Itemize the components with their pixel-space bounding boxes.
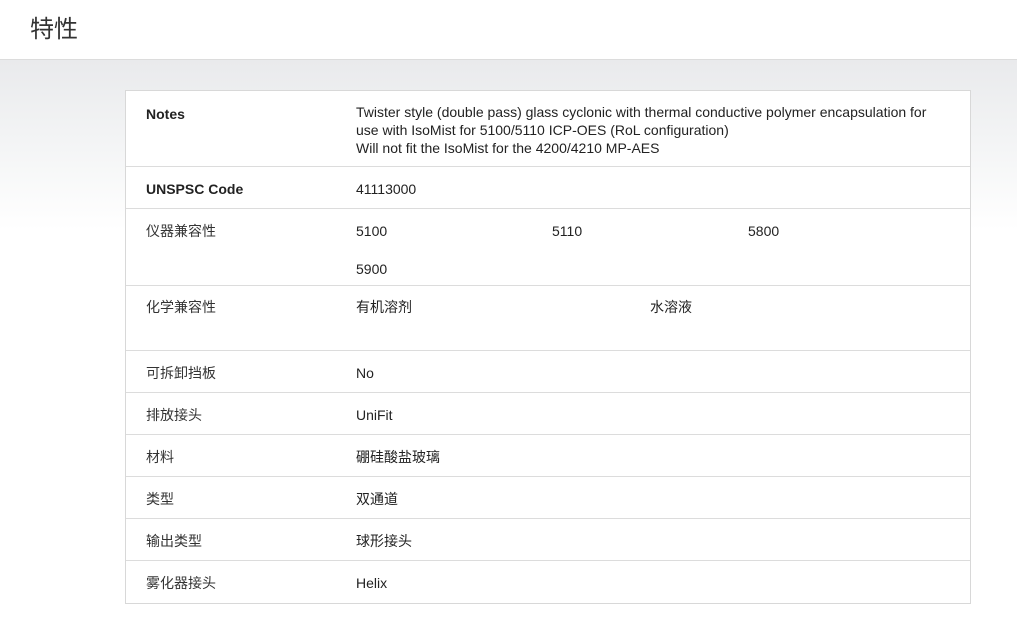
page-header: 特性 bbox=[0, 0, 1017, 60]
spec-label-material: 材料 bbox=[146, 449, 174, 465]
spec-label-removable-baffle: 可拆卸挡板 bbox=[146, 365, 216, 381]
spec-value-notes: Twister style (double pass) glass cyclon… bbox=[356, 103, 970, 166]
spec-row-instrument-compatibility: 仪器兼容性 5100 5110 5800 5900 bbox=[126, 209, 970, 286]
chemical-item: 水溶液 bbox=[650, 299, 692, 315]
instrument-model: 5100 bbox=[356, 223, 388, 239]
specs-table: Notes Twister style (double pass) glass … bbox=[125, 90, 971, 604]
spec-value-unspsc-code: 41113000 bbox=[356, 181, 417, 197]
notes-line: use with IsoMist for 5100/5110 ICP-OES (… bbox=[356, 122, 729, 138]
instrument-model: 5800 bbox=[748, 223, 780, 239]
spec-value-type: 双通道 bbox=[356, 491, 398, 507]
spec-value-instrument-compatibility: 5100 5110 5800 5900 bbox=[356, 222, 970, 285]
spec-value-nebulizer-fitting: Helix bbox=[356, 575, 388, 591]
spec-label-nebulizer-fitting: 雾化器接头 bbox=[146, 575, 216, 591]
spec-label-output-type: 输出类型 bbox=[146, 533, 202, 549]
spec-label-chemical-compatibility: 化学兼容性 bbox=[146, 299, 216, 315]
spec-value-output-type: 球形接头 bbox=[356, 533, 412, 549]
spec-value-material: 硼硅酸盐玻璃 bbox=[356, 449, 440, 465]
spec-label-notes: Notes bbox=[146, 106, 185, 122]
chemical-item: 有机溶剂 bbox=[356, 299, 412, 315]
spec-value-drain-fitting: UniFit bbox=[356, 407, 393, 423]
notes-line: Twister style (double pass) glass cyclon… bbox=[356, 104, 927, 120]
spec-row-chemical-compatibility: 化学兼容性 有机溶剂 水溶液 bbox=[126, 286, 970, 351]
spec-row-output-type: 输出类型 球形接头 bbox=[126, 519, 970, 561]
spec-label-drain-fitting: 排放接头 bbox=[146, 407, 202, 423]
spec-row-material: 材料 硼硅酸盐玻璃 bbox=[126, 435, 970, 477]
spec-row-unspsc-code: UNSPSC Code 41113000 bbox=[126, 167, 970, 209]
spec-value-removable-baffle: No bbox=[356, 365, 374, 381]
page-title: 特性 bbox=[30, 15, 78, 43]
spec-row-nebulizer-fitting: 雾化器接头 Helix bbox=[126, 561, 970, 603]
spec-label-type: 类型 bbox=[146, 491, 174, 507]
instrument-model: 5900 bbox=[356, 260, 388, 277]
spec-row-drain-fitting: 排放接头 UniFit bbox=[126, 393, 970, 435]
spec-label-instrument-compatibility: 仪器兼容性 bbox=[146, 223, 216, 239]
spec-value-chemical-compatibility: 有机溶剂 水溶液 bbox=[356, 298, 970, 350]
notes-line: Will not fit the IsoMist for the 4200/42… bbox=[356, 140, 660, 156]
spec-row-notes: Notes Twister style (double pass) glass … bbox=[126, 91, 970, 167]
spec-row-removable-baffle: 可拆卸挡板 No bbox=[126, 351, 970, 393]
spec-label-unspsc-code: UNSPSC Code bbox=[146, 181, 244, 197]
instrument-model: 5110 bbox=[552, 223, 583, 239]
spec-row-type: 类型 双通道 bbox=[126, 477, 970, 519]
